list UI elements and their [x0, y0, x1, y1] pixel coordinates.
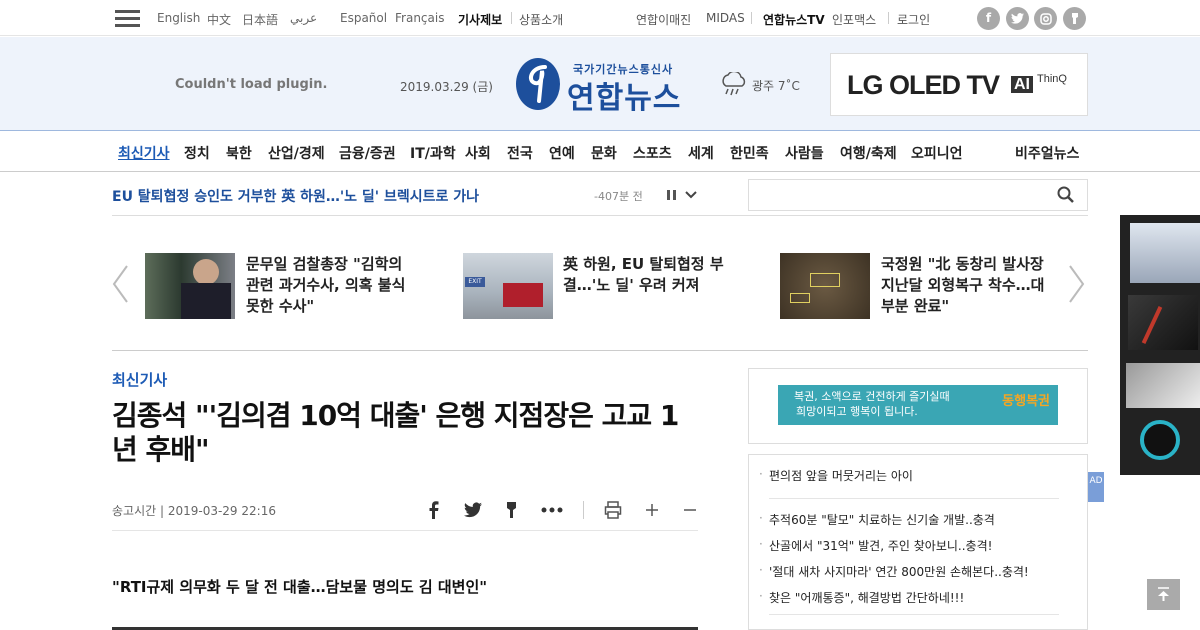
lang-english[interactable]: English	[157, 11, 200, 25]
nav-entertainment[interactable]: 연예	[549, 143, 575, 163]
lg-ad-banner[interactable]: LG OLED TV AI ThinQ	[830, 53, 1088, 116]
nav-sports[interactable]: 스포츠	[633, 143, 672, 163]
divider	[583, 501, 584, 519]
link-login[interactable]: 로그인	[897, 11, 930, 28]
logo-text[interactable]: 연합뉴스	[567, 73, 681, 117]
card-thumb-prosecutor[interactable]	[145, 253, 235, 319]
publish-time: 송고시간 | 2019-03-29 22:16	[112, 504, 276, 518]
card-thumb-satellite[interactable]	[780, 253, 870, 319]
divider	[888, 12, 889, 24]
nav-economy[interactable]: 산업/경제	[268, 143, 325, 163]
list-item[interactable]: 추적60분 "탈모" 치료하는 신기술 개발..충격	[759, 511, 995, 528]
sponsored-list: 편의점 앞을 머뭇거리는 아이 추적60분 "탈모" 치료하는 신기술 개발..…	[748, 454, 1088, 630]
lang-arabic[interactable]: عربي	[290, 11, 317, 25]
nav-politics[interactable]: 정치	[184, 143, 210, 163]
search-input[interactable]	[748, 179, 1088, 211]
nav-visual-news[interactable]: 비주얼뉴스	[1015, 143, 1079, 163]
ad-thinq: ThinQ	[1037, 73, 1067, 85]
article-section[interactable]: 최신기사	[112, 369, 167, 390]
lang-japanese[interactable]: 日本語	[242, 11, 278, 28]
nav-korean-diaspora[interactable]: 한민족	[730, 143, 769, 163]
rain-cloud-icon	[722, 72, 746, 96]
search-icon[interactable]	[1057, 186, 1075, 204]
weather-text: 광주 7˚C	[752, 79, 800, 93]
divider	[112, 215, 1088, 216]
nav-it-science[interactable]: IT/과학	[410, 143, 456, 163]
carousel-next-icon[interactable]	[1069, 265, 1085, 303]
lottery-ad[interactable]: 복권, 소액으로 건전하게 즐기실때 희망이되고 행복이 됩니다. 동행복권	[748, 368, 1088, 444]
link-imagine[interactable]: 연합이매진	[636, 11, 691, 28]
list-item[interactable]: 찾은 "어깨통증", 해결방법 간단하네!!!	[759, 589, 964, 606]
ad-ai-badge: AI	[1011, 76, 1033, 93]
side-product-ad[interactable]	[1120, 215, 1200, 475]
card-headline-2[interactable]: 英 하원, EU 탈퇴협정 부결…'노 딜' 우려 커져	[563, 254, 738, 296]
list-item[interactable]: 산골에서 "31억" 발견, 주인 찾아보니..충격!	[759, 537, 992, 554]
arrow-up-icon	[1158, 587, 1169, 601]
divider	[751, 12, 752, 24]
twitter-icon[interactable]	[1006, 7, 1029, 30]
lang-spanish[interactable]: Español	[340, 11, 387, 25]
print-icon[interactable]	[604, 500, 622, 520]
breaking-ticker[interactable]: EU 탈퇴협정 승인도 거부한 英 하원…'노 딜' 브렉시트로 가나	[112, 186, 479, 206]
nav-national[interactable]: 전국	[507, 143, 533, 163]
article-headline: 김종석 "'김의겸 10억 대출' 은행 지점장은 고교 1년 후배"	[112, 399, 679, 466]
lottery-banner[interactable]: 복권, 소액으로 건전하게 즐기실때 희망이되고 행복이 됩니다. 동행복권	[778, 385, 1058, 425]
card-thumb-brexit[interactable]: EXIT	[463, 253, 553, 319]
kakao-story-icon[interactable]	[1063, 7, 1086, 30]
facebook-share-icon[interactable]	[425, 500, 443, 520]
font-increase-icon[interactable]	[643, 500, 661, 520]
kakao-story-share-icon[interactable]	[503, 500, 521, 520]
scroll-to-top-button[interactable]	[1147, 579, 1180, 610]
ad-badge[interactable]: AD	[1088, 472, 1104, 502]
lottery-brand: 동행복권	[1002, 394, 1050, 409]
carousel-prev-icon[interactable]	[112, 265, 128, 303]
ticker-time: -407분 전	[594, 190, 643, 203]
instagram-icon[interactable]	[1034, 7, 1057, 30]
divider	[769, 614, 1059, 615]
menu-icon[interactable]	[115, 10, 140, 28]
nav-world[interactable]: 세계	[688, 143, 714, 163]
facebook-icon[interactable]: f	[977, 7, 1000, 30]
nav-people[interactable]: 사람들	[785, 143, 824, 163]
list-item[interactable]: 편의점 앞을 머뭇거리는 아이	[759, 467, 913, 484]
nav-finance[interactable]: 금융/증권	[339, 143, 396, 163]
list-item[interactable]: '절대 새차 사지마라' 연간 800만원 손해본다..충격!	[759, 563, 1029, 580]
site-header: Couldn't load plugin. 2019.03.29 (금) 국가기…	[0, 37, 1200, 131]
ad-brand: LG OLED TV	[847, 70, 1000, 100]
link-report[interactable]: 기사제보	[458, 11, 502, 28]
card-headline-1[interactable]: 문무일 검찰총장 "김학의 관련 과거수사, 의혹 불식 못한 수사"	[246, 254, 421, 317]
top-utility-bar: English 中文 日本語 عربي Español Français 기사제…	[0, 0, 1200, 36]
nav-latest[interactable]: 최신기사	[118, 143, 170, 163]
yonhap-logo-icon[interactable]	[515, 57, 561, 111]
pause-icon[interactable]	[667, 190, 677, 200]
divider	[112, 530, 698, 531]
twitter-share-icon[interactable]	[464, 500, 482, 520]
nav-society[interactable]: 사회	[465, 143, 491, 163]
divider	[769, 498, 1059, 499]
divider	[511, 12, 512, 24]
link-infomax[interactable]: 인포맥스	[832, 11, 876, 28]
more-icon[interactable]	[541, 500, 563, 520]
article-subhead: "RTI규제 의무화 두 달 전 대출…담보물 명의도 김 대변인"	[112, 578, 488, 596]
link-products[interactable]: 상품소개	[519, 11, 563, 28]
nav-culture[interactable]: 문화	[591, 143, 617, 163]
card-headline-3[interactable]: 국정원 "北 동창리 발사장 지난달 외형복구 착수…대부분 완료"	[881, 254, 1056, 317]
lang-french[interactable]: Français	[395, 11, 444, 25]
divider	[112, 350, 1088, 351]
nav-travel[interactable]: 여행/축제	[840, 143, 897, 163]
lang-chinese[interactable]: 中文	[207, 11, 231, 28]
font-decrease-icon[interactable]	[681, 500, 699, 520]
plugin-error: Couldn't load plugin.	[175, 77, 328, 92]
nav-north-korea[interactable]: 북한	[226, 143, 252, 163]
link-yonhap-tv[interactable]: 연합뉴스TV	[763, 11, 825, 28]
link-midas[interactable]: MIDAS	[706, 11, 745, 25]
nav-opinion[interactable]: 오피니언	[911, 143, 963, 163]
header-date: 2019.03.29 (금)	[400, 80, 493, 94]
chevron-down-icon[interactable]	[685, 189, 697, 201]
main-nav: 최신기사 정치 북한 산업/경제 금융/증권 IT/과학 사회 전국 연예 문화…	[0, 132, 1200, 172]
